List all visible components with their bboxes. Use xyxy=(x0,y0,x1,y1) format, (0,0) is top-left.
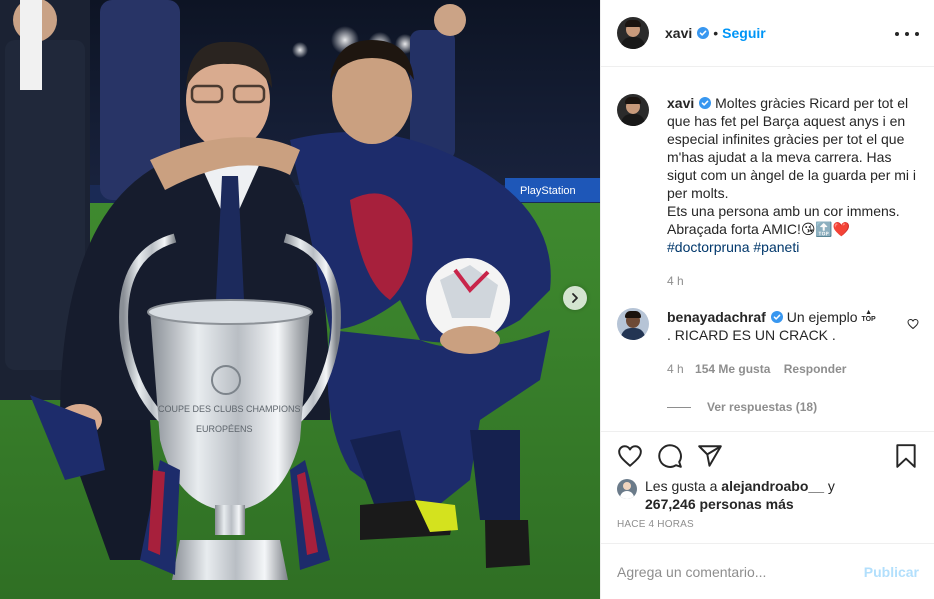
comment-likes[interactable]: 154 Me gusta xyxy=(695,362,770,376)
caption-avatar[interactable] xyxy=(617,94,649,126)
likes-summary: Les gusta a alejandroabo__ y 267,246 per… xyxy=(617,477,919,513)
likes-text: Les gusta a alejandroabo__ y 267,246 per… xyxy=(645,477,835,513)
next-photo-button[interactable] xyxy=(563,286,587,310)
comment-input[interactable] xyxy=(617,563,864,580)
header-separator: • xyxy=(713,25,719,41)
liker-username[interactable]: alejandroabo__ xyxy=(721,478,824,494)
verified-icon xyxy=(699,97,712,109)
view-replies-button[interactable]: Ver respuestas (18) xyxy=(667,400,919,414)
comment-item: benayadachraf Un ejemplo ▲ TOP . RICARD E… xyxy=(617,308,919,378)
more-options-icon[interactable] xyxy=(895,24,919,44)
comment-text-after: . RICARD ES UN CRACK . xyxy=(667,327,836,343)
liker-avatar[interactable] xyxy=(617,479,637,499)
comment-text-before: Un ejemplo xyxy=(786,309,858,325)
reply-button[interactable]: Responder xyxy=(784,362,847,376)
author-avatar[interactable] xyxy=(617,17,649,49)
caption-text: Moltes gràcies Ricard per tot el que has… xyxy=(667,95,917,237)
heart-icon[interactable] xyxy=(617,443,643,469)
likes-prefix: Les gusta a xyxy=(645,478,718,494)
bookmark-icon[interactable] xyxy=(893,443,919,469)
trophy-text-top: COUPE DES CLUBS CHAMPIONS xyxy=(158,404,301,414)
likes-connector: y xyxy=(827,478,835,494)
chevron-right-icon xyxy=(572,293,578,303)
instagram-post: PlayStation COUPE DES CLUBS CHAMPIONS EU… xyxy=(0,0,934,599)
caption-meta: 4 h xyxy=(667,272,919,290)
caption-username[interactable]: xavi xyxy=(667,95,694,111)
trophy-text-bottom: EUROPÉENS xyxy=(196,424,253,434)
comment-meta: 4 h 154 Me gusta Responder xyxy=(667,360,899,378)
share-icon[interactable] xyxy=(697,443,723,469)
post-photo[interactable]: PlayStation COUPE DES CLUBS CHAMPIONS EU… xyxy=(0,0,600,599)
comment-body: benayadachraf Un ejemplo ▲ TOP . RICARD E… xyxy=(667,308,919,378)
author-username[interactable]: xavi xyxy=(665,25,692,41)
commenter-avatar[interactable] xyxy=(617,308,649,340)
post-time[interactable]: HACE 4 HORAS xyxy=(617,519,919,530)
banner-text: PlayStation xyxy=(520,185,576,197)
publish-button[interactable]: Publicar xyxy=(864,564,919,580)
follow-button[interactable]: Seguir xyxy=(722,25,766,41)
verified-icon xyxy=(697,27,710,39)
likes-others[interactable]: 267,246 personas más xyxy=(645,496,794,512)
post-side-panel: xavi • Seguir xavi Moltes gràcies Ricard… xyxy=(600,0,934,599)
top-emoji-badge: ▲ TOP xyxy=(861,309,876,323)
caption-body: xavi Moltes gràcies Ricard per tot el qu… xyxy=(667,94,919,290)
comment-time[interactable]: 4 h xyxy=(667,362,684,376)
add-comment-bar: Publicar xyxy=(601,543,934,599)
heart-icon[interactable] xyxy=(907,318,919,330)
post-actions: Les gusta a alejandroabo__ y 267,246 per… xyxy=(601,431,934,543)
comment-icon[interactable] xyxy=(657,443,683,469)
verified-icon xyxy=(770,311,783,323)
caption-time[interactable]: 4 h xyxy=(667,274,684,288)
action-bar xyxy=(617,432,919,480)
comments-list: xavi Moltes gràcies Ricard per tot el qu… xyxy=(601,68,934,431)
view-replies-label: Ver respuestas (18) xyxy=(707,400,818,414)
caption: xavi Moltes gràcies Ricard per tot el qu… xyxy=(617,94,919,290)
caption-hashtags[interactable]: #doctorpruna #paneti xyxy=(667,239,799,255)
post-header: xavi • Seguir xyxy=(601,0,934,67)
comment-username[interactable]: benayadachraf xyxy=(667,309,766,325)
photo-illustration: PlayStation COUPE DES CLUBS CHAMPIONS EU… xyxy=(0,0,600,599)
